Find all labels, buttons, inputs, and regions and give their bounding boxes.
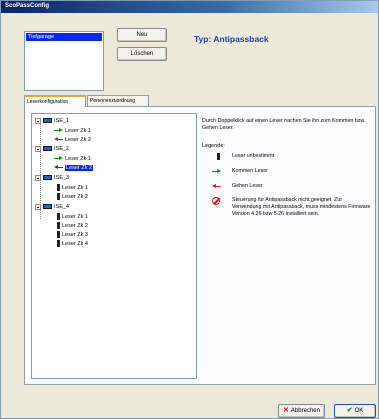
device-icon: [43, 204, 52, 210]
profile-list-item[interactable]: Tiefgarage: [26, 33, 102, 41]
ok-button[interactable]: ✔ OK: [334, 404, 376, 418]
tree-group-ise-2[interactable]: ISE_2: [35, 145, 69, 154]
description-text: Durch Doppelklick auf einen Leser nachen…: [202, 118, 366, 131]
tree-reader[interactable]: Leser Zk 1: [54, 155, 91, 164]
reader-undefined-icon: [57, 213, 60, 221]
reader-undefined-icon: [57, 240, 60, 248]
no-entry-icon: [212, 197, 220, 205]
collapse-icon[interactable]: [35, 117, 41, 124]
profile-list[interactable]: Tiefgarage: [24, 31, 104, 91]
reader-undefined-icon: [57, 222, 60, 230]
tab-leserkonfiguration[interactable]: Leserkonfiguration: [24, 95, 86, 107]
arrow-right-green-icon: [54, 156, 63, 161]
tree-reader[interactable]: Leser Zk 1: [54, 127, 91, 136]
tree-reader[interactable]: Leser Zk 2: [54, 136, 91, 145]
collapse-icon[interactable]: [35, 203, 41, 210]
close-icon: ✕: [283, 407, 289, 414]
dialog-window: ScoPassConfig Tiefgarage Neu Löschen Typ…: [0, 0, 379, 419]
new-button[interactable]: Neu: [117, 28, 167, 42]
title-bar[interactable]: ScoPassConfig: [1, 1, 378, 13]
device-icon: [43, 118, 52, 124]
arrow-red-icon: [212, 184, 221, 189]
cancel-button[interactable]: ✕ Abbrechen: [278, 404, 325, 418]
delete-button[interactable]: Löschen: [117, 47, 167, 61]
tree-reader[interactable]: Leser Zk 3: [54, 231, 88, 240]
arrow-green-icon: [212, 169, 221, 174]
checkmark-icon: ✔: [346, 407, 353, 414]
arrow-right-green-icon: [54, 128, 63, 133]
type-label: Typ: Antipassback: [194, 34, 269, 44]
legend-title: Legende:: [202, 143, 225, 149]
tree-group-ise-4[interactable]: ISE_4: [35, 203, 69, 212]
tree-reader[interactable]: Leser Zk 4: [54, 240, 88, 249]
reader-tree[interactable]: ISE_1 Leser Zk 1 Leser Zk 2 ISE_2 Leser …: [31, 113, 197, 379]
tree-reader[interactable]: Leser Zk 2: [54, 222, 88, 231]
window-title: ScoPassConfig: [5, 3, 50, 9]
tree-reader[interactable]: Leser Zk 1: [54, 213, 88, 222]
device-icon: [43, 146, 52, 152]
collapse-icon[interactable]: [35, 174, 41, 181]
tree-group-ise-3[interactable]: ISE_3: [35, 174, 69, 183]
reader-undefined-icon: [57, 231, 60, 239]
reader-undefined-icon: [217, 153, 220, 160]
tree-group-ise-1[interactable]: ISE_1: [35, 117, 69, 126]
reader-undefined-icon: [57, 184, 60, 192]
arrow-left-red-icon: [54, 137, 63, 142]
tree-reader[interactable]: Leser Zk 1: [54, 184, 88, 193]
collapse-icon[interactable]: [35, 145, 41, 152]
reader-undefined-icon: [57, 193, 60, 201]
arrow-left-green-icon: [54, 165, 63, 170]
tree-reader[interactable]: Leser Zk 2: [54, 193, 88, 202]
tree-reader-selected[interactable]: Leser Zk 2: [54, 164, 93, 173]
device-icon: [43, 175, 52, 181]
tab-personenzuordnung[interactable]: Personenzuordnung: [87, 95, 149, 106]
